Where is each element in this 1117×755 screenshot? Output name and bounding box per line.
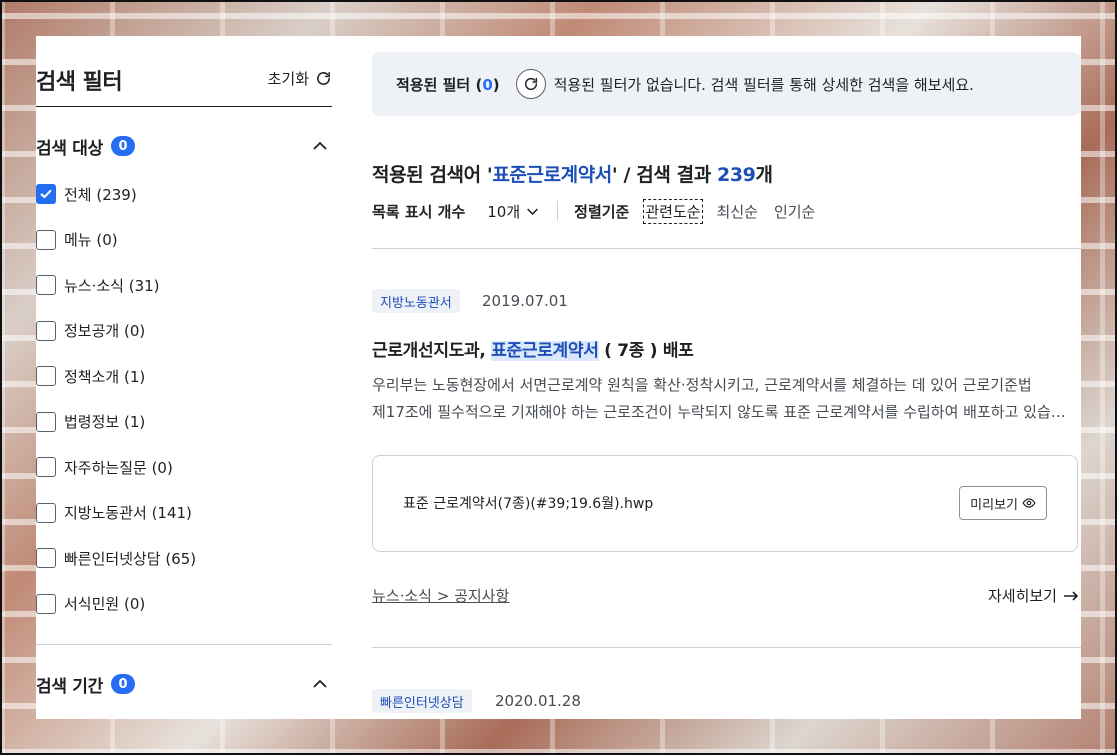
attachment-box: 표준 근로계약서(7종)(#39;19.6월).hwp 미리보기 bbox=[372, 455, 1078, 552]
search-target-option[interactable]: 정보공개 (0) bbox=[36, 319, 145, 343]
view-detail-label: 자세히보기 bbox=[987, 587, 1057, 605]
search-target-option-label: 뉴스·소식 (31) bbox=[64, 276, 160, 295]
search-results: 적용된 필터 (0) 적용된 필터가 없습니다. 검색 필터를 통해 상세한 검… bbox=[372, 36, 1081, 719]
sort-label: 정렬기준 bbox=[574, 202, 630, 221]
toolbar-separator bbox=[557, 201, 559, 221]
search-target-option-label: 빠른인터넷상담 (65) bbox=[64, 549, 197, 568]
search-target-toggle[interactable]: 검색 대상 0 bbox=[36, 132, 332, 160]
item-title-after: ( 7종 ) 배포 bbox=[598, 341, 694, 361]
search-target-count-badge: 0 bbox=[110, 136, 135, 156]
applied-filter-title-prefix: 적용된 필터 ( bbox=[396, 75, 483, 94]
checkbox-checked[interactable] bbox=[36, 184, 56, 204]
search-target-option-label: 서식민원 (0) bbox=[64, 595, 146, 613]
checkbox[interactable] bbox=[36, 593, 56, 614]
reset-label: 초기화 bbox=[267, 70, 309, 88]
result-middle: ' / 검색 결과 bbox=[611, 164, 718, 186]
applied-filter-title-suffix: ) bbox=[492, 75, 500, 94]
checkbox[interactable] bbox=[36, 229, 56, 250]
search-keyword: 표준근로계약서 bbox=[492, 164, 612, 186]
item-category-tag: 지방노동관서 bbox=[372, 289, 460, 313]
search-target-option[interactable]: 빠른인터넷상담 (65) bbox=[36, 546, 196, 570]
result-count: 239 bbox=[717, 164, 756, 186]
item-date: 2019.07.01 bbox=[482, 292, 568, 310]
search-target-option[interactable]: 지방노동관서 (141) bbox=[36, 501, 192, 525]
filter-title: 검색 필터 bbox=[36, 70, 123, 95]
section-divider bbox=[36, 644, 332, 645]
chevron-up-icon bbox=[313, 679, 327, 688]
item-description: 우리부는 노동현장에서 서면근로계약 원칙을 확산·정착시키고, 근로계약서를 … bbox=[372, 372, 1072, 426]
checkbox[interactable] bbox=[36, 502, 56, 523]
search-target-option-label: 지방노동관서 (141) bbox=[64, 504, 192, 522]
arrow-right-icon bbox=[1064, 590, 1079, 601]
item-title-before: 근로개선지도과, bbox=[372, 341, 492, 361]
applied-filter-title: 적용된 필터 (0) bbox=[396, 74, 500, 95]
search-target-option[interactable]: 전체 (239) bbox=[36, 182, 137, 206]
sort-option[interactable]: 최신순 bbox=[717, 201, 758, 222]
search-target-option-label: 자주하는질문 (0) bbox=[64, 458, 173, 477]
refresh-icon bbox=[317, 72, 330, 85]
applied-filter-reset-button[interactable] bbox=[515, 69, 546, 99]
search-period-label: 검색 기간 bbox=[36, 676, 103, 697]
applied-filter-count: 0 bbox=[482, 75, 493, 94]
check-icon bbox=[40, 189, 52, 199]
search-target-option[interactable]: 법령정보 (1) bbox=[36, 410, 145, 434]
search-target-label: 검색 대상 bbox=[36, 138, 103, 159]
result-prefix: 적용된 검색어 ' bbox=[372, 164, 493, 186]
chevron-down-icon bbox=[527, 208, 539, 215]
filter-header: 검색 필터 초기화 bbox=[36, 60, 332, 107]
search-target-option-label: 법령정보 (1) bbox=[64, 413, 146, 431]
list-toolbar: 목록 표시 개수 10개 정렬기준 관련도순 최신순 인기순 bbox=[372, 198, 831, 224]
checkbox[interactable] bbox=[36, 411, 56, 432]
preview-button[interactable]: 미리보기 bbox=[959, 486, 1047, 520]
item-title-link[interactable]: 근로개선지도과, 표준근로계약서 ( 7종 ) 배포 bbox=[372, 336, 694, 361]
sort-option[interactable]: 인기순 bbox=[774, 201, 815, 222]
search-target-option-label: 전체 (239) bbox=[64, 185, 137, 204]
item-divider bbox=[372, 647, 1081, 648]
list-count-label: 목록 표시 개수 bbox=[372, 202, 466, 221]
search-target-option[interactable]: 서식민원 (0) bbox=[36, 592, 145, 616]
search-target-option-label: 정보공개 (0) bbox=[64, 322, 146, 340]
search-page: 검색 필터 초기화 검색 대상 0 전체 (239) 메뉴 (0) 뉴스·소식 (3… bbox=[36, 36, 1081, 719]
search-period-toggle[interactable]: 검색 기간 0 bbox=[36, 670, 332, 698]
search-target-option[interactable]: 메뉴 (0) bbox=[36, 228, 118, 252]
search-target-option-label: 정책소개 (1) bbox=[64, 367, 146, 386]
checkbox[interactable] bbox=[36, 457, 56, 477]
view-detail-link[interactable]: 자세히보기 bbox=[988, 585, 1079, 606]
chevron-up-icon bbox=[313, 141, 327, 150]
checkbox[interactable] bbox=[36, 548, 56, 568]
keyword-highlight: 표준근로계약서 bbox=[491, 341, 599, 361]
search-filter-sidebar: 검색 필터 초기화 검색 대상 0 전체 (239) 메뉴 (0) 뉴스·소식 (3… bbox=[36, 36, 332, 719]
attachment-file-name: 표준 근로계약서(7종)(#39;19.6월).hwp bbox=[403, 496, 654, 512]
result-suffix: 개 bbox=[755, 164, 773, 186]
search-target-option[interactable]: 뉴스·소식 (31) bbox=[36, 273, 160, 297]
sort-option[interactable]: 관련도순 bbox=[643, 198, 703, 224]
result-summary: 적용된 검색어 '표준근로계약서' / 검색 결과 239개 bbox=[372, 160, 773, 187]
item-description-line: 우리부는 노동현장에서 서면근로계약 원칙을 확산·정착시키고, 근로계약서를 … bbox=[372, 376, 1032, 394]
item-description-line: 제17조에 필수적으로 기재해야 하는 근로조건이 누락되지 않도록 표준 근로… bbox=[372, 403, 1072, 421]
applied-filter-message: 적용된 필터가 없습니다. 검색 필터를 통해 상세한 검색을 해보세요. bbox=[553, 75, 974, 94]
item-date: 2020.01.28 bbox=[495, 692, 581, 710]
checkbox[interactable] bbox=[36, 320, 56, 341]
applied-filter-bar: 적용된 필터 (0) 적용된 필터가 없습니다. 검색 필터를 통해 상세한 검… bbox=[372, 52, 1081, 116]
search-period-count-badge: 0 bbox=[110, 674, 135, 694]
list-count-select[interactable]: 10개 bbox=[487, 201, 539, 222]
refresh-icon bbox=[524, 77, 537, 91]
search-target-option-label: 메뉴 (0) bbox=[64, 231, 118, 249]
reset-filter-button[interactable]: 초기화 bbox=[268, 68, 332, 89]
search-target-option[interactable]: 자주하는질문 (0) bbox=[36, 455, 173, 479]
eye-icon bbox=[1022, 498, 1036, 508]
item-category-tag: 빠른인터넷상담 bbox=[372, 689, 472, 713]
checkbox[interactable] bbox=[36, 275, 56, 295]
preview-label: 미리보기 bbox=[970, 497, 1018, 513]
list-count-value: 10개 bbox=[487, 202, 521, 221]
item-breadcrumb-link[interactable]: 뉴스·소식 > 공지사항 bbox=[372, 585, 509, 606]
checkbox[interactable] bbox=[36, 366, 56, 386]
search-target-option[interactable]: 정책소개 (1) bbox=[36, 364, 145, 388]
results-divider bbox=[372, 248, 1081, 249]
